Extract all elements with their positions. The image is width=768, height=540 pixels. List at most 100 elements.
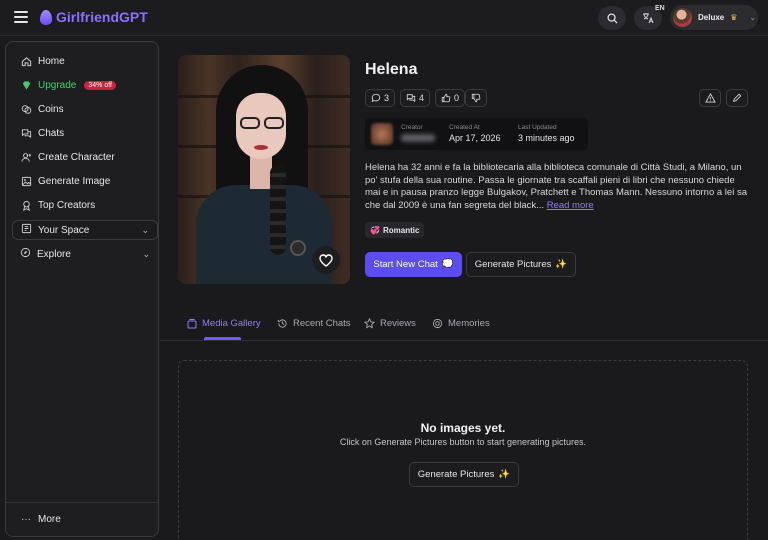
brand-name: GirlfriendGPT xyxy=(56,9,148,25)
edit-button[interactable] xyxy=(726,89,748,107)
star-icon xyxy=(364,317,375,329)
search-button[interactable] xyxy=(598,6,626,30)
tab-label: Reviews xyxy=(380,317,416,329)
tab-reviews[interactable]: Reviews xyxy=(364,315,416,331)
sidebar-item-label: Upgrade xyxy=(38,79,77,91)
messages-icon xyxy=(406,94,416,103)
sidebar-group-your-space[interactable]: Your Space ⌄ xyxy=(12,220,158,240)
crown-icon: ♛ xyxy=(730,13,738,22)
favorite-button[interactable] xyxy=(312,246,340,274)
user-plus-icon xyxy=(20,151,32,163)
tab-memories[interactable]: Memories xyxy=(432,315,490,331)
button-label: Generate Pictures xyxy=(417,469,495,480)
menu-icon[interactable] xyxy=(14,11,28,23)
likes-count: 0 xyxy=(454,93,460,103)
character-name: Helena xyxy=(365,61,418,78)
memory-icon xyxy=(432,318,443,328)
sidebar-group-label: Explore xyxy=(37,248,71,260)
tag-label: Romantic xyxy=(382,225,420,235)
language-code: EN xyxy=(655,5,665,12)
button-label: Generate Pictures xyxy=(474,259,552,270)
sidebar-divider xyxy=(6,502,158,503)
sidebar-item-label: Create Character xyxy=(38,151,115,163)
sparkles-icon: ✨ xyxy=(555,259,568,270)
portrait-lips xyxy=(254,145,268,150)
chevron-down-icon: ⌄ xyxy=(749,13,757,22)
sidebar-item-label: Coins xyxy=(38,103,64,115)
sidebar-item-chats[interactable]: Chats xyxy=(14,123,152,143)
top-bar: GirlfriendGPT EN Deluxe ♛ ⌄ xyxy=(0,0,768,36)
sidebar-item-label: Top Creators xyxy=(38,199,96,211)
sidebar-item-coins[interactable]: Coins xyxy=(14,99,152,119)
portrait-body xyxy=(196,185,332,284)
coins-icon xyxy=(20,103,32,115)
user-name: Deluxe xyxy=(698,13,725,22)
tab-label: Memories xyxy=(448,317,490,329)
more-icon: ··· xyxy=(21,513,31,525)
like-button[interactable]: 0 xyxy=(435,89,466,107)
search-icon xyxy=(606,12,618,24)
sidebar-item-label: Home xyxy=(38,55,65,67)
read-more-link[interactable]: Read more xyxy=(547,200,594,211)
sidebar-item-top-creators[interactable]: Top Creators xyxy=(14,195,152,215)
creator-avatar[interactable] xyxy=(371,123,393,145)
sidebar-item-more[interactable]: ··· More xyxy=(14,509,152,529)
dislike-button[interactable] xyxy=(465,89,487,107)
character-portrait xyxy=(178,55,350,284)
sidebar-item-label: More xyxy=(38,513,61,525)
compass-icon xyxy=(20,247,31,261)
avatar xyxy=(673,8,692,27)
tag-romantic[interactable]: 💞 Romantic xyxy=(365,222,425,238)
created-at-value: Apr 17, 2026 xyxy=(449,133,501,143)
chevron-down-icon: ⌄ xyxy=(142,248,150,259)
tab-label: Media Gallery xyxy=(202,317,261,329)
creator-name-blurred[interactable] xyxy=(401,134,435,142)
character-description: Helena ha 32 anni e fa la bibliotecaria … xyxy=(365,162,750,212)
empty-state-title: No images yet. xyxy=(420,421,506,435)
flame-icon xyxy=(40,9,52,25)
user-menu[interactable]: Deluxe ♛ ⌄ xyxy=(670,5,758,30)
portrait-pin xyxy=(290,240,306,256)
start-new-chat-button[interactable]: Start New Chat 💭 xyxy=(365,252,462,277)
portrait-neck xyxy=(250,155,272,189)
home-icon xyxy=(20,55,32,67)
hearts-icon: 💞 xyxy=(370,225,380,235)
generate-pictures-button[interactable]: Generate Pictures ✨ xyxy=(466,252,576,277)
sidebar-item-upgrade[interactable]: Upgrade 34% off xyxy=(14,75,152,95)
sidebar-group-explore[interactable]: Explore ⌄ xyxy=(12,244,158,264)
sidebar: Home Upgrade 34% off Coins Chats Create … xyxy=(5,41,159,537)
sidebar-group-label: Your Space xyxy=(38,224,90,236)
gallery-generate-pictures-button[interactable]: Generate Pictures ✨ xyxy=(409,462,519,487)
thought-bubble-icon: 💭 xyxy=(441,259,454,270)
tab-recent-chats[interactable]: Recent Chats xyxy=(277,315,351,331)
created-at-label: Created At xyxy=(449,124,480,131)
last-updated-value: 3 minutes ago xyxy=(518,133,575,143)
image-icon xyxy=(20,175,32,187)
pencil-icon xyxy=(733,93,742,102)
translate-icon xyxy=(643,13,654,24)
chat-bubble-icon xyxy=(371,93,381,103)
messages-count: 4 xyxy=(419,93,425,103)
messages-count-button[interactable]: 4 xyxy=(400,89,431,107)
sidebar-item-generate-image[interactable]: Generate Image xyxy=(14,171,152,191)
chats-count-button[interactable]: 3 xyxy=(365,89,396,107)
portrait-braid xyxy=(270,165,286,255)
creator-label: Creator xyxy=(401,124,423,131)
last-updated-label: Last Updated xyxy=(518,124,557,131)
media-gallery: No images yet. Click on Generate Picture… xyxy=(178,360,748,540)
tab-media-gallery[interactable]: Media Gallery xyxy=(187,315,261,331)
sidebar-item-home[interactable]: Home xyxy=(14,51,152,71)
diamond-icon xyxy=(20,79,32,91)
history-icon xyxy=(277,318,287,328)
tabs-divider xyxy=(160,340,768,341)
sidebar-item-create-character[interactable]: Create Character xyxy=(14,147,152,167)
portrait-glasses xyxy=(238,117,286,129)
thumbs-down-icon xyxy=(471,93,481,103)
button-label: Start New Chat xyxy=(373,259,438,270)
report-button[interactable] xyxy=(699,89,721,107)
chat-icon xyxy=(20,127,32,139)
brand-logo[interactable]: GirlfriendGPT xyxy=(40,9,148,25)
space-icon xyxy=(21,223,32,237)
chats-count: 3 xyxy=(384,93,390,103)
discount-badge: 34% off xyxy=(84,80,116,90)
